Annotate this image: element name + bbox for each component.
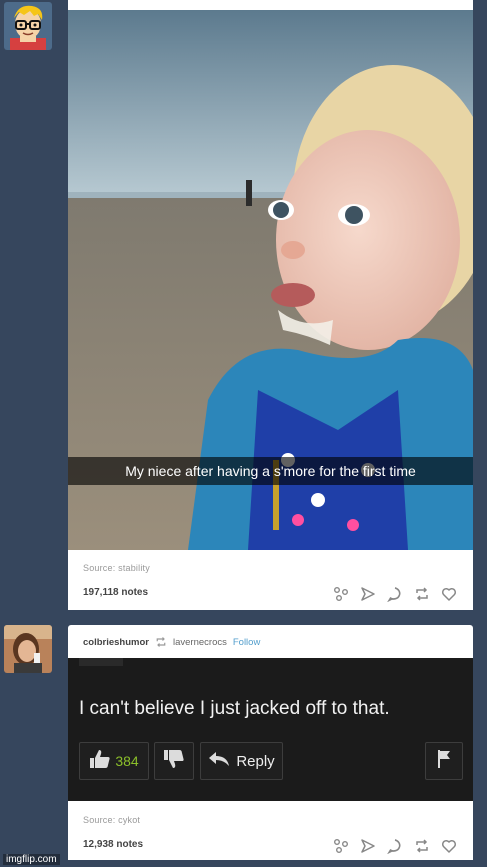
share-icon[interactable] <box>333 838 349 854</box>
source-link[interactable]: cykot <box>118 815 140 825</box>
source-link[interactable]: stability <box>118 563 150 573</box>
post-actions <box>333 586 457 602</box>
reply-icon[interactable] <box>387 586 403 602</box>
user-photo-avatar[interactable] <box>4 625 52 673</box>
source-line: Source: stability <box>83 563 150 573</box>
send-icon[interactable] <box>360 838 376 854</box>
reblog-icon[interactable] <box>414 586 430 602</box>
thumbs-down-icon <box>163 749 185 774</box>
source-label: Source: <box>83 563 116 573</box>
comment-text: I can't believe I just jacked off to tha… <box>79 698 390 719</box>
notes-count[interactable]: 12,938 notes <box>83 839 143 850</box>
like-button[interactable]: 384 <box>79 742 149 780</box>
photo-caption: My niece after having a s'more for the f… <box>68 457 473 485</box>
notes-count[interactable]: 197,118 notes <box>83 587 148 598</box>
flag-icon <box>436 749 452 774</box>
post-reblog: colbrieshumor lavernecrocs Follow I can'… <box>68 625 473 860</box>
comment-screenshot: I can't believe I just jacked off to tha… <box>68 658 473 801</box>
reply-arrow-icon <box>208 751 230 772</box>
follow-button[interactable]: Follow <box>233 637 260 648</box>
post-actions <box>333 838 457 854</box>
flag-button[interactable] <box>425 742 463 780</box>
reblog-icon[interactable] <box>414 838 430 854</box>
panel-tab <box>79 658 123 666</box>
post-header: colbrieshumor lavernecrocs Follow <box>83 635 260 649</box>
reply-icon[interactable] <box>387 838 403 854</box>
reply-button[interactable]: Reply <box>200 742 283 780</box>
reblogged-from-link[interactable]: lavernecrocs <box>173 637 227 648</box>
heart-icon[interactable] <box>441 586 457 602</box>
post-photo: My niece after having a s'more for the f… <box>68 0 473 610</box>
dislike-button[interactable] <box>154 742 194 780</box>
source-label: Source: <box>83 815 116 825</box>
send-icon[interactable] <box>360 586 376 602</box>
like-count: 384 <box>115 753 139 769</box>
reply-label: Reply <box>236 752 275 770</box>
source-line: Source: cykot <box>83 815 140 825</box>
share-icon[interactable] <box>333 586 349 602</box>
thumbs-up-icon <box>89 749 111 774</box>
heart-icon[interactable] <box>441 838 457 854</box>
reblog-icon <box>155 636 167 648</box>
post-photo-image[interactable]: My niece after having a s'more for the f… <box>68 10 473 550</box>
imgflip-watermark: imgflip.com <box>3 854 60 865</box>
nerd-cartoon-avatar[interactable] <box>4 2 52 50</box>
username-link[interactable]: colbrieshumor <box>83 637 149 648</box>
